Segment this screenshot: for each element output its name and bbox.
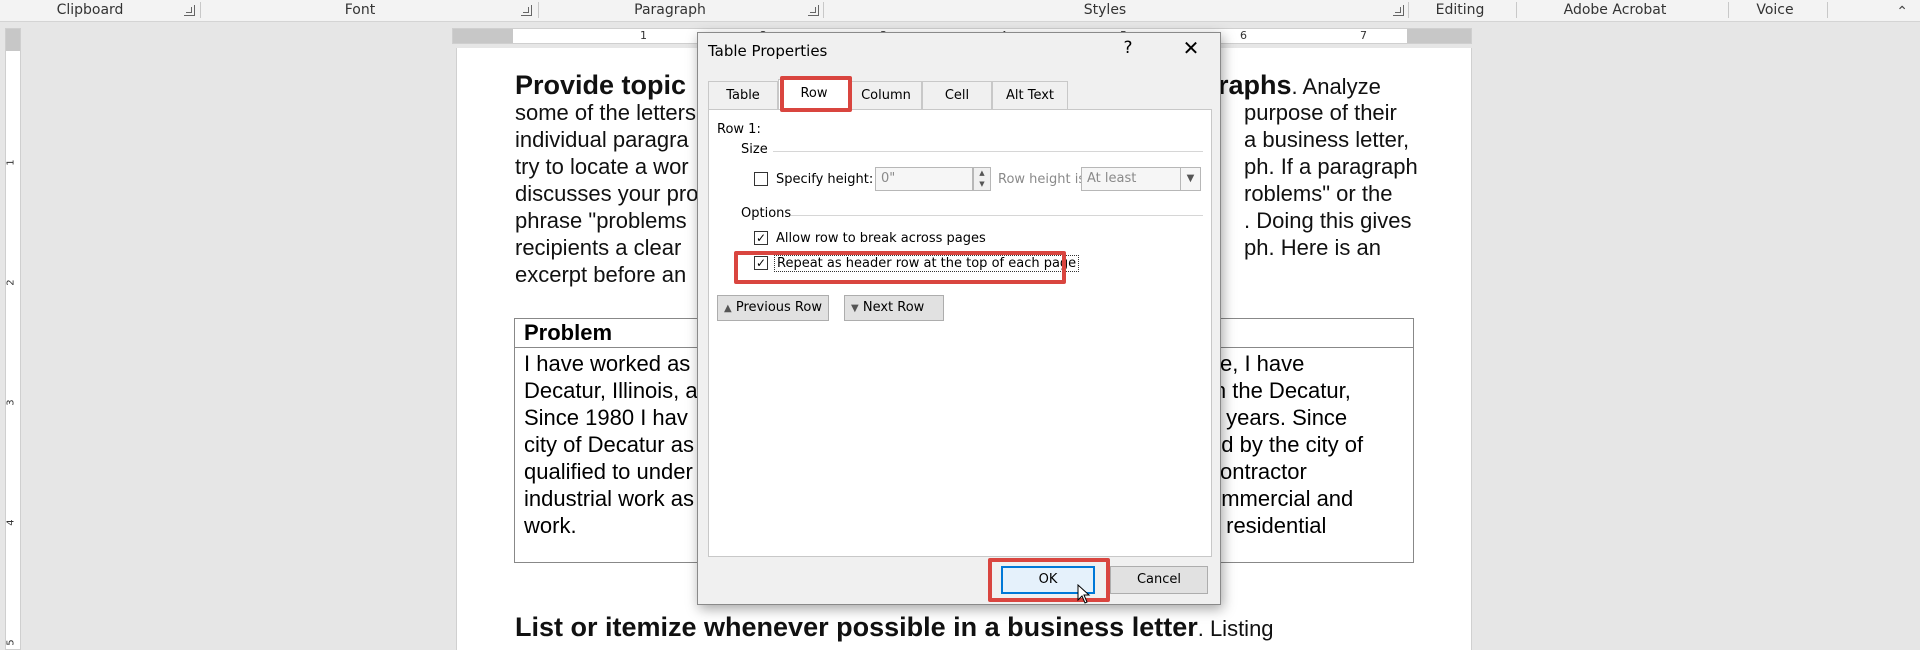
table-line: ommercial and — [1209, 486, 1354, 511]
table-line: s residential — [1209, 513, 1327, 538]
tab-label: Alt Text — [1005, 88, 1055, 103]
height-input[interactable]: 0" — [875, 167, 973, 191]
ruler-number: 2 — [5, 279, 17, 286]
ruler-number: 4 — [5, 519, 17, 526]
ruler-number: 1 — [5, 159, 17, 166]
ribbon-separator — [1827, 2, 1828, 18]
chevron-down-icon: ▼ — [1180, 168, 1200, 190]
vertical-ruler[interactable]: 1 2 3 4 5 — [5, 28, 21, 650]
row-number-label: Row 1: — [717, 122, 761, 137]
doc-line: ph. Here is an — [1244, 235, 1381, 260]
doc-line: . Analyze — [1291, 74, 1381, 99]
size-section-label: Size — [741, 142, 768, 157]
collapse-ribbon-icon[interactable]: ⌃ — [1896, 0, 1908, 22]
paragraph-right-fragment: raphs. Analyze — [1218, 72, 1468, 100]
tab-label: Row — [800, 86, 828, 101]
tab-column[interactable]: Column — [850, 81, 922, 109]
tab-label: Cell — [944, 88, 970, 103]
ruler-left-margin — [453, 29, 513, 43]
table-header-cell: Problem — [524, 320, 613, 345]
ribbon-group-clipboard: Clipboard — [56, 2, 124, 18]
ribbon-group-styles: Styles — [1083, 2, 1127, 18]
ruler-number: 3 — [5, 399, 17, 406]
previous-row-button[interactable]: ▲ Previous Row — [717, 295, 829, 321]
ribbon-group-editing: Editing — [1435, 2, 1485, 18]
clipboard-launcher-icon[interactable] — [184, 5, 195, 16]
tab-cell[interactable]: Cell — [922, 81, 992, 109]
table-line: ce, I have — [1209, 351, 1305, 376]
help-icon[interactable]: ? — [1116, 38, 1140, 58]
paragraph-right-fragment: purpose of their a business letter, ph. … — [1244, 99, 1469, 261]
ribbon-separator — [1516, 2, 1517, 18]
table-line: in the Decatur, — [1209, 378, 1351, 403]
allow-break-label: Allow row to break across pages — [776, 231, 986, 246]
ribbon-group-paragraph: Paragraph — [634, 2, 706, 18]
ruler-number: 5 — [5, 639, 17, 646]
ribbon-group-font: Font — [344, 2, 376, 18]
options-section-label: Options — [741, 206, 792, 221]
ribbon-separator — [538, 2, 539, 18]
paragraph-heading: Provide topic — [515, 70, 687, 100]
height-spinner[interactable]: ▲ ▼ — [973, 167, 991, 191]
ribbon-separator — [823, 2, 824, 18]
specify-height-checkbox[interactable] — [754, 172, 768, 186]
paragraph-heading-right: raphs — [1218, 70, 1292, 100]
ruler-right-margin — [1407, 29, 1471, 43]
triangle-down-icon: ▼ — [851, 303, 859, 314]
paragraph-list-itemize: List or itemize whenever possible in a b… — [515, 614, 1415, 642]
tab-row[interactable]: Row — [778, 79, 850, 109]
ruler-number: 7 — [1360, 29, 1367, 42]
ribbon-separator — [1728, 2, 1729, 18]
doc-line: . Listing — [1197, 616, 1274, 641]
paragraph-heading: List or itemize whenever possible in a b… — [515, 612, 1198, 642]
ruler-top-margin — [6, 29, 20, 51]
cancel-button[interactable]: Cancel — [1110, 566, 1208, 594]
tab-table[interactable]: Table — [708, 81, 778, 109]
next-row-label: Next Row — [862, 300, 925, 315]
previous-row-label: Previous Row — [735, 300, 822, 315]
ribbon-group-adobe-acrobat: Adobe Acrobat — [1563, 2, 1667, 18]
ribbon-separator — [200, 2, 201, 18]
table-right-fragment: ce, I have in the Decatur, x years. Sinc… — [1200, 348, 1414, 541]
ruler-number: 1 — [640, 29, 647, 42]
divider — [773, 151, 1203, 152]
doc-line: a business letter, — [1244, 127, 1410, 152]
tab-label: Column — [861, 88, 911, 103]
close-icon[interactable]: ✕ — [1178, 36, 1204, 60]
doc-line: . Doing this gives — [1244, 208, 1412, 233]
row-height-mode-value: At least — [1087, 171, 1137, 186]
ribbon-separator — [1408, 2, 1409, 18]
dialog-title: Table Properties — [708, 42, 828, 60]
allow-break-checkbox[interactable]: ✓ — [754, 231, 768, 245]
triangle-up-icon: ▲ — [724, 303, 732, 314]
table-line: ed by the city of — [1209, 432, 1364, 457]
divider — [791, 215, 1203, 216]
next-row-button[interactable]: ▼ Next Row — [844, 295, 944, 321]
styles-launcher-icon[interactable] — [1393, 5, 1404, 16]
table-line: contractor — [1209, 459, 1307, 484]
specify-height-label: Specify height: — [776, 172, 874, 187]
doc-line: purpose of their — [1244, 100, 1397, 125]
row-tab-panel: Row 1: Size Specify height: 0" ▲ ▼ Row he… — [708, 109, 1212, 557]
repeat-header-label: Repeat as header row at the top of each … — [774, 255, 1080, 272]
tab-alt-text[interactable]: Alt Text — [992, 81, 1068, 109]
doc-line: ph. If a paragraph — [1244, 154, 1418, 179]
ruler-number: 6 — [1240, 29, 1247, 42]
font-launcher-icon[interactable] — [521, 5, 532, 16]
paragraph-launcher-icon[interactable] — [808, 5, 819, 16]
mouse-cursor-icon — [1077, 584, 1091, 604]
ribbon-group-bar: Clipboard Font Paragraph Styles Editing … — [0, 0, 1920, 22]
repeat-header-checkbox[interactable]: ✓ — [754, 256, 768, 270]
doc-line: roblems" or the — [1244, 181, 1393, 206]
table-properties-dialog: Table Properties ? ✕ Table Row Column Ce… — [697, 32, 1221, 605]
table-line: x years. Since — [1209, 405, 1348, 430]
ribbon-group-voice: Voice — [1756, 2, 1794, 18]
tab-label: Table — [726, 88, 760, 103]
row-height-is-label: Row height is: — [998, 172, 1090, 187]
row-height-mode-select[interactable]: At least ▼ — [1081, 167, 1201, 191]
